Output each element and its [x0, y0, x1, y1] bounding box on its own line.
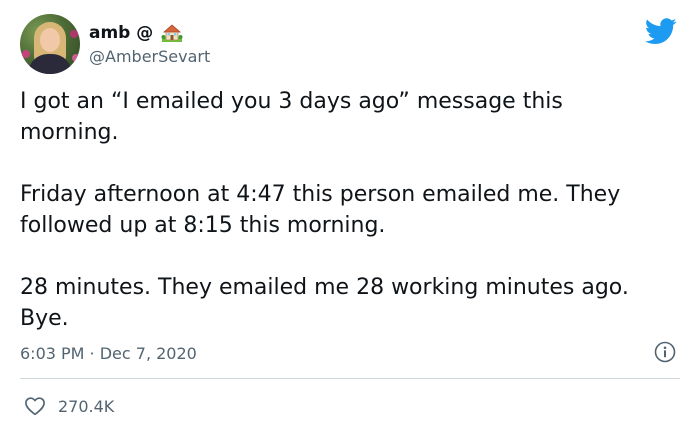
house-with-garden-icon: [161, 24, 183, 42]
tweet-card: amb @ @AmberSevart I got an “I emailed y…: [0, 0, 700, 433]
author-handle[interactable]: @AmberSevart: [89, 47, 210, 66]
avatar-flowers: [22, 50, 30, 58]
twitter-bird-icon[interactable]: [645, 18, 677, 45]
heart-icon: [25, 397, 45, 416]
tweet-text: I got an “I emailed you 3 days ago” mess…: [20, 86, 660, 334]
tweet-timestamp[interactable]: 6:03 PM · Dec 7, 2020: [20, 344, 197, 363]
author-name-row[interactable]: amb @: [89, 22, 183, 44]
divider: [20, 378, 680, 379]
info-icon[interactable]: [654, 341, 676, 363]
tweet-paragraph: 28 minutes. They emailed me 28 working m…: [20, 275, 629, 331]
avatar[interactable]: [20, 14, 80, 74]
tweet-paragraph: Friday afternoon at 4:47 this person ema…: [20, 182, 621, 238]
tweet-meta-row: 6:03 PM · Dec 7, 2020: [20, 340, 680, 366]
avatar-face: [40, 28, 60, 52]
author-display-name[interactable]: amb @: [89, 23, 153, 43]
like-count: 270.4K: [58, 396, 115, 416]
tweet-paragraph: I got an “I emailed you 3 days ago” mess…: [20, 89, 563, 145]
like-button[interactable]: 270.4K: [24, 396, 114, 416]
